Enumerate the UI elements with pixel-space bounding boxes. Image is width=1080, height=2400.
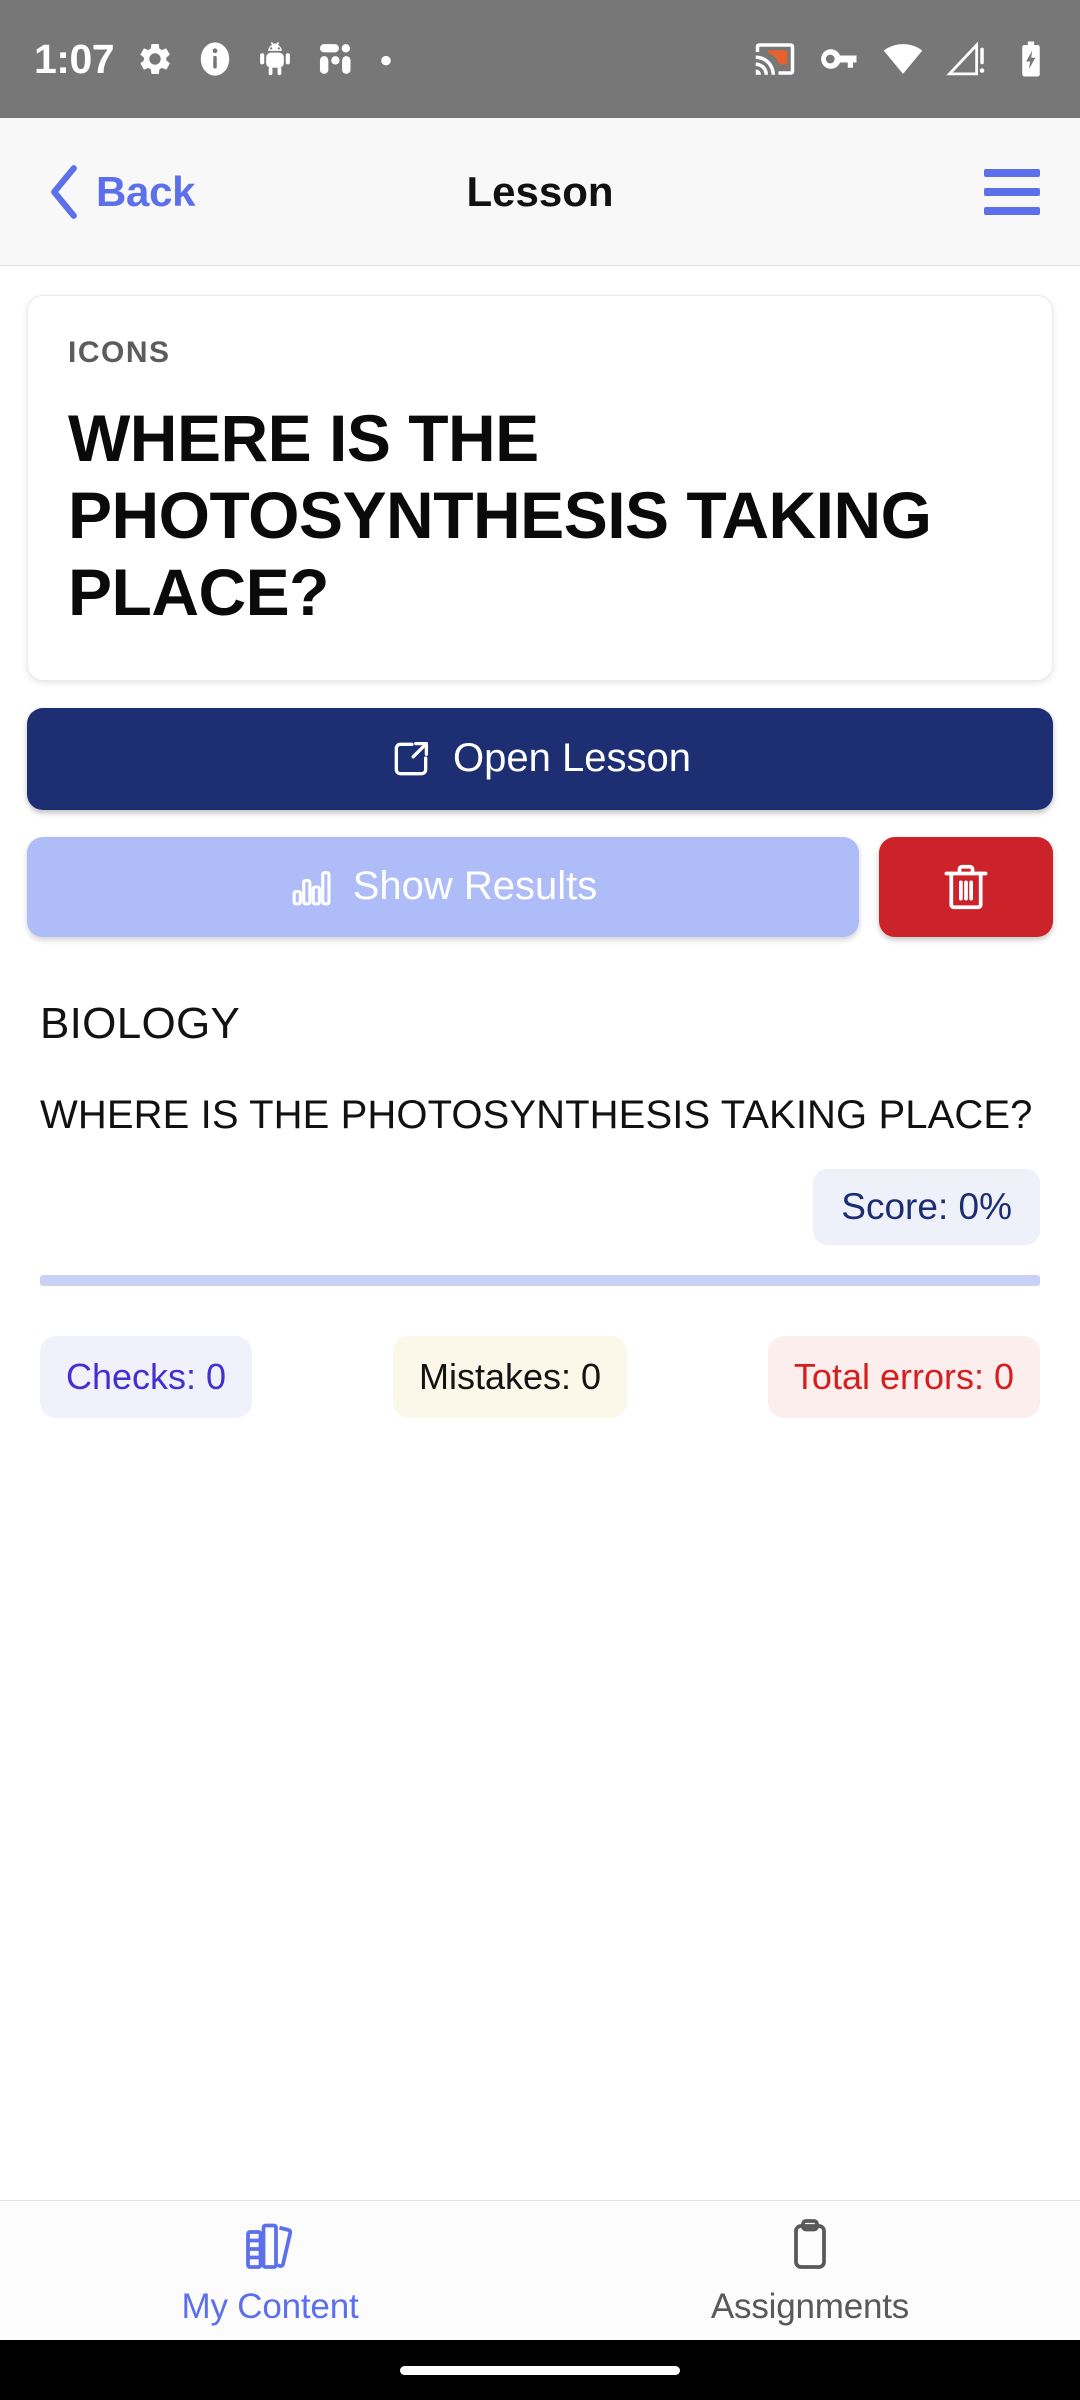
results-summary: BIOLOGY WHERE IS THE PHOTOSYNTHESIS TAKI…	[0, 999, 1080, 1419]
wifi-icon	[883, 44, 923, 74]
nav-label-assignments: Assignments	[710, 2286, 910, 2326]
hamburger-menu-icon[interactable]	[984, 168, 1040, 215]
score-row: Score: 0%	[40, 1169, 1040, 1246]
scroll-content: ICONS WHERE IS THE PHOTOSYNTHESIS TAKING…	[0, 266, 1080, 2260]
secondary-action-row: Show Results	[27, 836, 1053, 937]
gesture-navigation-bar	[0, 2340, 1080, 2400]
debug-tool-icon	[320, 44, 351, 74]
chevron-left-icon	[51, 164, 77, 219]
delete-lesson-button[interactable]	[879, 836, 1053, 937]
show-results-label: Show Results	[352, 864, 598, 909]
hamburger-bar	[984, 187, 1040, 196]
lesson-card[interactable]: ICONS WHERE IS THE PHOTOSYNTHESIS TAKING…	[27, 295, 1053, 681]
bar-chart-icon	[292, 870, 331, 906]
cellular-warning-icon	[946, 41, 985, 76]
mistakes-chip: Mistakes: 0	[392, 1336, 628, 1419]
clipboard-icon	[794, 2218, 826, 2269]
open-lesson-label: Open Lesson	[453, 736, 691, 781]
checks-chip: Checks: 0	[40, 1336, 253, 1419]
stats-chip-row: Checks: 0 Mistakes: 0 Total errors: 0	[40, 1336, 1040, 1419]
bottom-navigation: My Content Assignments	[0, 2200, 1080, 2340]
android-bug-icon	[260, 42, 290, 76]
back-button[interactable]: Back	[46, 164, 196, 220]
nav-item-assignments[interactable]: Assignments	[540, 2215, 1080, 2327]
lesson-category-label: ICONS	[68, 336, 171, 369]
subject-label: BIOLOGY	[40, 998, 241, 1048]
status-bar: 1:07	[0, 0, 1080, 118]
battery-charging-icon	[1022, 41, 1040, 77]
trash-icon	[944, 864, 988, 909]
open-lesson-button[interactable]: Open Lesson	[27, 707, 1053, 810]
books-icon	[246, 2223, 293, 2269]
external-link-icon	[394, 741, 429, 775]
dot-icon	[381, 55, 391, 66]
progress-bar	[40, 1275, 1040, 1287]
total-errors-chip: Total errors: 0	[767, 1336, 1040, 1419]
back-button-label: Back	[96, 167, 196, 215]
gesture-pill[interactable]	[400, 2365, 680, 2375]
question-text: WHERE IS THE PHOTOSYNTHESIS TAKING PLACE…	[40, 1092, 1033, 1137]
nav-item-my-content[interactable]: My Content	[0, 2215, 540, 2327]
gear-icon	[140, 44, 170, 74]
hamburger-bar	[984, 168, 1040, 177]
status-bar-left: 1:07	[34, 36, 396, 83]
info-icon	[200, 42, 230, 76]
vpn-key-icon	[821, 49, 857, 69]
lesson-title: WHERE IS THE PHOTOSYNTHESIS TAKING PLACE…	[68, 401, 932, 630]
show-results-button[interactable]: Show Results	[27, 836, 859, 937]
hamburger-bar	[984, 206, 1040, 215]
cast-icon	[755, 43, 795, 75]
lesson-screen: ICONS WHERE IS THE PHOTOSYNTHESIS TAKING…	[0, 266, 1080, 2260]
status-bar-clock: 1:07	[34, 35, 115, 82]
app-header: Back Lesson	[0, 118, 1080, 266]
nav-label-my-content: My Content	[181, 2286, 359, 2326]
score-badge: Score: 0%	[813, 1169, 1040, 1246]
status-bar-right	[754, 38, 1052, 80]
primary-action-row: Open Lesson	[27, 707, 1053, 810]
